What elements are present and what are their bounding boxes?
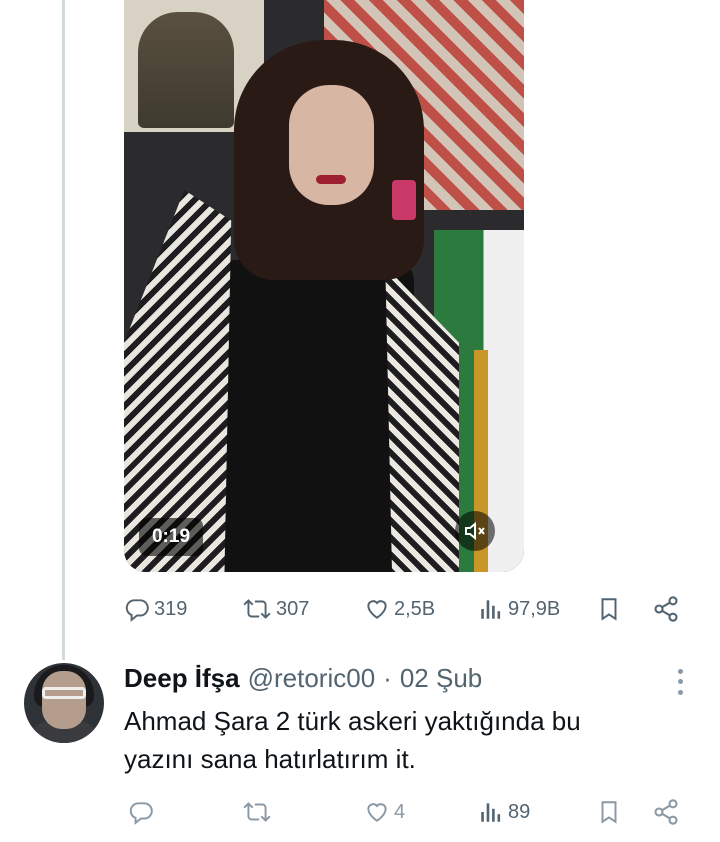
like-button[interactable]: 2,5B [364, 594, 435, 624]
views-button[interactable]: 97,9B [478, 594, 560, 624]
share-icon [654, 799, 678, 825]
reply-icon [129, 802, 153, 825]
reply-icon [125, 599, 149, 622]
views-count: 97,9B [508, 597, 561, 620]
reply-text: Ahmad Şara 2 türk askeri yaktığında bu y… [124, 702, 684, 778]
display-name[interactable]: Deep İfşa [124, 663, 240, 694]
share-button[interactable] [652, 594, 680, 624]
muted-speaker-icon [465, 521, 485, 541]
video-duration-badge: 0:19 [139, 518, 203, 556]
repost-count: 307 [276, 597, 310, 620]
reply-reply-button[interactable] [128, 797, 154, 827]
reply-views-button[interactable]: 89 [478, 797, 530, 827]
tweet-video[interactable] [124, 0, 524, 572]
reply-button[interactable]: 319 [124, 594, 187, 624]
reply-action-bar: 4 89 [124, 797, 684, 827]
views-icon [481, 600, 501, 619]
repost-icon [243, 599, 271, 619]
user-handle[interactable]: @retoric00 [248, 663, 376, 694]
tweet-action-bar: 319 307 2,5B 97,9B [124, 594, 684, 624]
share-icon [654, 596, 678, 622]
reply-share-button[interactable] [652, 797, 680, 827]
separator: · [383, 663, 392, 693]
video-frame [124, 0, 524, 572]
bookmark-button[interactable] [596, 594, 622, 624]
avatar[interactable] [24, 663, 104, 743]
bookmark-icon [601, 801, 617, 824]
heart-icon [367, 803, 387, 822]
like-count: 2,5B [394, 597, 436, 620]
reply-like-button[interactable]: 4 [364, 797, 405, 827]
reply-header: Deep İfşa @retoric00 · 02 Şub [124, 663, 482, 694]
like-count: 4 [394, 800, 406, 823]
mute-button[interactable] [455, 511, 495, 551]
heart-icon [367, 600, 387, 619]
reply-repost-button[interactable] [242, 797, 272, 827]
post-date[interactable]: 02 Şub [400, 663, 482, 694]
reply-bookmark-button[interactable] [596, 797, 622, 827]
views-icon [481, 803, 501, 822]
reply-text-line: Ahmad Şara 2 türk askeri yaktığında bu [124, 706, 581, 736]
reply-text-line: yazını sana hatırlatırım it. [124, 744, 416, 774]
more-options-button[interactable] [668, 666, 692, 698]
reply-count: 319 [154, 597, 188, 620]
bookmark-icon [601, 598, 617, 621]
views-count: 89 [508, 800, 531, 823]
repost-button[interactable]: 307 [242, 594, 309, 624]
thread-line [62, 0, 65, 660]
repost-icon [243, 802, 271, 822]
